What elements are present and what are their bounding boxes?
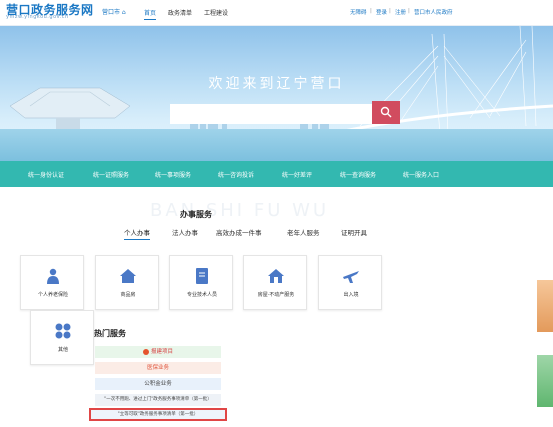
nav-home[interactable]: 首页: [144, 8, 157, 20]
hot-item-instant-list[interactable]: "立等可取"政务服务事项清单（第一批）: [89, 408, 227, 421]
top-bar: 营口政务服务网 ymzw.yingkou.gov.cn 营口市 ⌂ 首页 政务清…: [0, 0, 553, 26]
fire-icon: [142, 348, 149, 355]
card-label: 专业技术人员: [186, 292, 217, 298]
divider: |: [370, 8, 372, 14]
card-label: 个人养老保险: [37, 292, 68, 298]
hot-item-fund[interactable]: 公积金业务: [95, 378, 221, 390]
side-promo-image[interactable]: [537, 280, 553, 332]
card-property[interactable]: 房屋·不动产服务: [243, 255, 307, 310]
hero-banner: 欢迎来到辽宁营口: [0, 26, 553, 161]
section-title: 办事服务: [180, 210, 212, 219]
search-button[interactable]: [372, 101, 400, 124]
hot-item-no-visit-list[interactable]: "一次不用跑、进过上门"政务服务事项清单（第一批）: [95, 394, 221, 406]
card-label: 房屋·不动产服务: [257, 292, 295, 298]
register-link[interactable]: 注册: [395, 8, 406, 16]
hot-item-project[interactable]: 报建项目: [95, 346, 221, 358]
gov-link[interactable]: 营口市人民政府: [414, 8, 453, 16]
strip-consult-complaint[interactable]: 统一咨询投诉: [218, 170, 254, 179]
tab-elderly[interactable]: 老年人服务: [287, 227, 320, 237]
document-icon: [196, 268, 208, 284]
card-label: 商品房: [120, 292, 136, 298]
strip-evaluation[interactable]: 统一好差评: [282, 170, 312, 179]
card-label: 出入境: [343, 292, 359, 298]
grid-icon: [55, 323, 71, 339]
pension-icon: [47, 268, 59, 284]
strip-query-service[interactable]: 统一查询服务: [340, 170, 376, 179]
city-switcher[interactable]: 营口市 ⌂: [102, 7, 126, 16]
side-promo-image[interactable]: [537, 355, 553, 407]
tab-personal[interactable]: 个人办事: [124, 227, 150, 240]
card-pension[interactable]: 个人养老保险: [20, 255, 84, 310]
divider: |: [389, 8, 391, 14]
nav-construction[interactable]: 工程建设: [204, 8, 228, 17]
hot-item-label: 报建项目: [150, 349, 173, 355]
search-input[interactable]: [170, 104, 372, 124]
card-exit-entry[interactable]: 出入境: [318, 255, 382, 310]
accessibility-link[interactable]: 无障碍: [350, 8, 367, 16]
house-icon: [120, 269, 136, 283]
tab-one-thing[interactable]: 高效办成一件事: [216, 227, 262, 237]
card-commercial-house[interactable]: 商品房: [95, 255, 159, 310]
hot-item-medical[interactable]: 医保业务: [95, 362, 221, 374]
strip-identity-auth[interactable]: 统一身份认证: [28, 170, 64, 179]
plane-icon: [343, 271, 359, 283]
hot-services-title: 热门服务: [94, 329, 126, 338]
strip-license-service[interactable]: 统一证照服务: [93, 170, 129, 179]
nav-service-list[interactable]: 政务清单: [168, 8, 192, 17]
card-label: 其他: [57, 347, 68, 353]
card-professional[interactable]: 专业技术人员: [169, 255, 233, 310]
site-domain: ymzw.yingkou.gov.cn: [6, 14, 69, 20]
property-icon: [268, 269, 284, 283]
tab-certificate[interactable]: 证明开具: [341, 227, 367, 237]
divider: |: [408, 8, 410, 14]
service-strip: 统一身份认证 统一证照服务 统一事项服务 统一咨询投诉 统一好差评 统一查询服务…: [0, 161, 553, 187]
water-illustration: [0, 129, 553, 161]
strip-service-entry[interactable]: 统一服务入口: [403, 170, 439, 179]
section-watermark: BAN SHI FU WU: [150, 200, 330, 221]
tab-corporate[interactable]: 法人办事: [172, 227, 198, 237]
welcome-heading: 欢迎来到辽宁营口: [208, 76, 345, 92]
card-other[interactable]: 其他: [30, 310, 94, 365]
strip-item-service[interactable]: 统一事项服务: [155, 170, 191, 179]
search-icon: [380, 106, 392, 118]
login-link[interactable]: 登录: [376, 8, 387, 16]
